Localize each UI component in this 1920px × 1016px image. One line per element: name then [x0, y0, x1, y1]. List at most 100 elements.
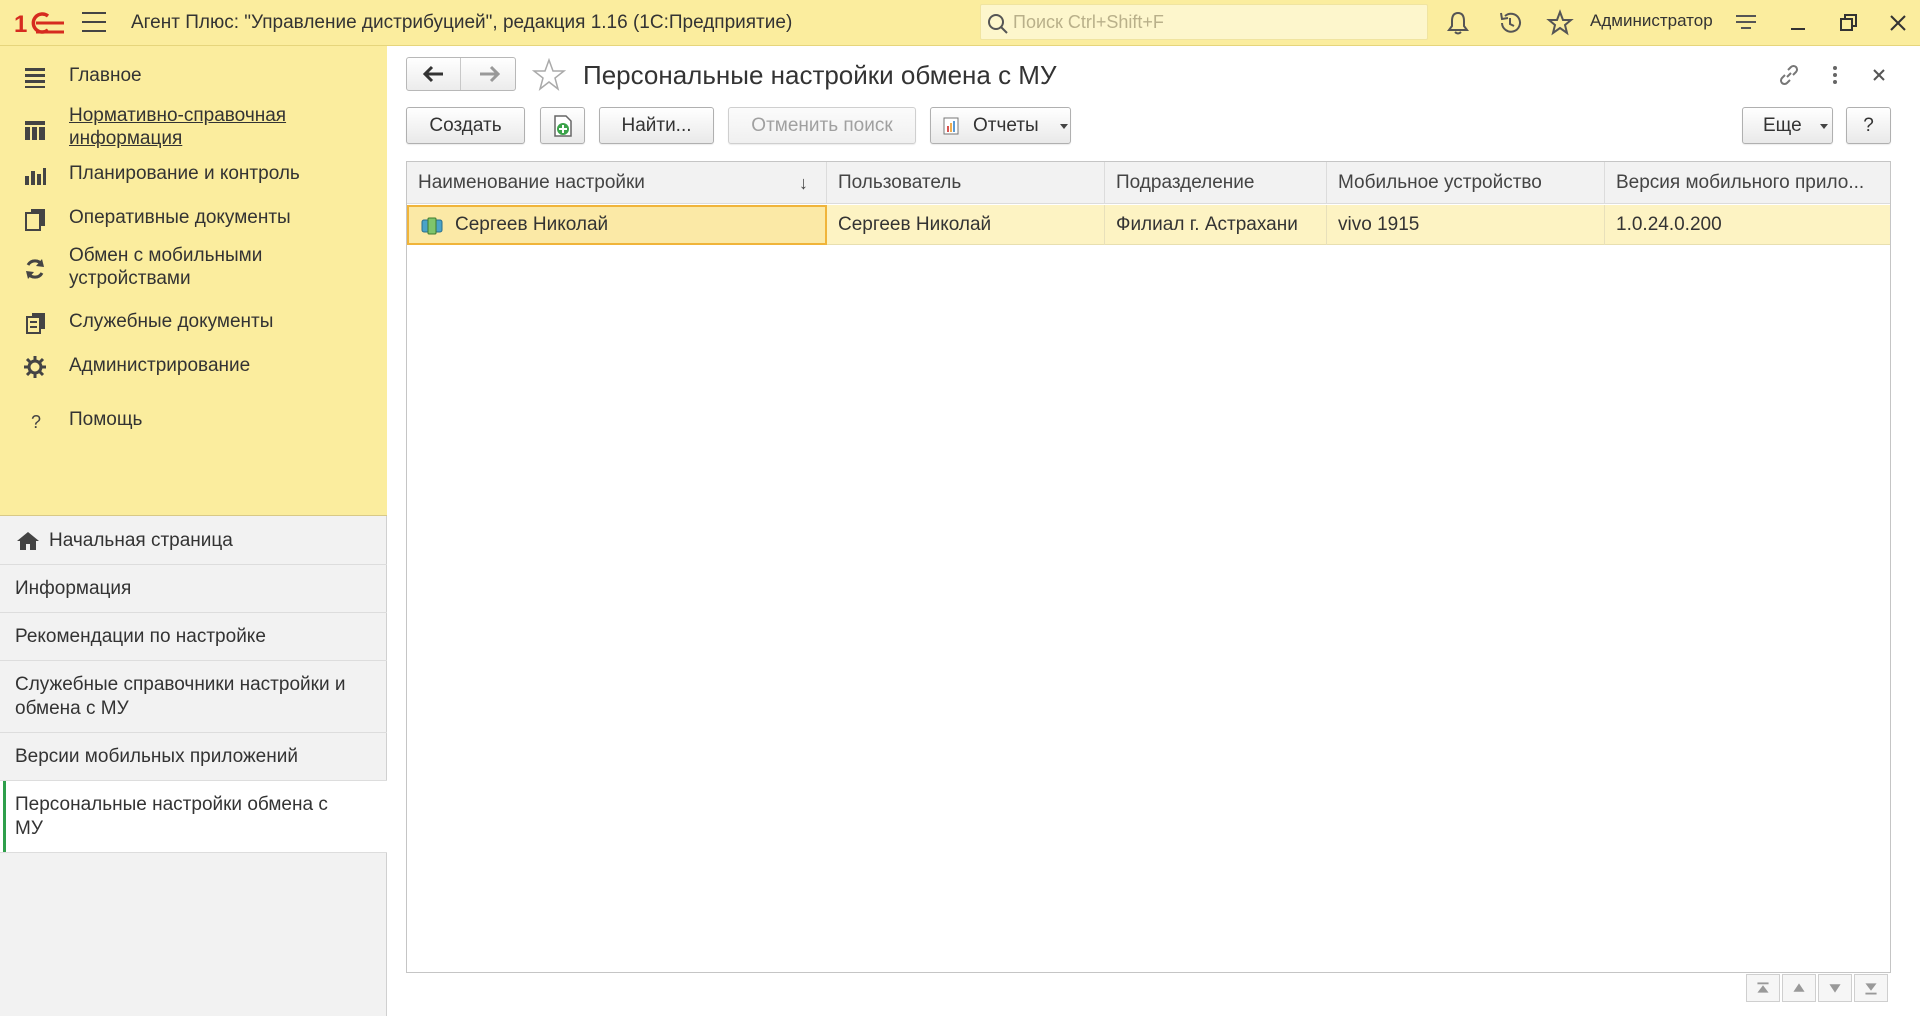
- restore-icon[interactable]: [1834, 9, 1862, 37]
- dropdown-caret-icon: [1820, 124, 1828, 129]
- home-icon: [17, 532, 39, 550]
- app-title: Агент Плюс: "Управление дистрибуцией", р…: [131, 12, 793, 33]
- nav-label: Информация: [15, 578, 132, 599]
- svg-text:?: ?: [31, 412, 41, 432]
- minimize-icon[interactable]: [1784, 9, 1812, 37]
- nav-label: Рекомендации по настройке: [15, 626, 266, 647]
- history-icon[interactable]: [1496, 9, 1524, 37]
- arrow-left-icon: [422, 65, 443, 83]
- nav-information[interactable]: Информация: [0, 565, 387, 613]
- column-header-device[interactable]: Мобильное устройство: [1327, 162, 1605, 204]
- cell-device[interactable]: vivo 1915: [1327, 205, 1605, 245]
- nav-label: Начальная страница: [49, 530, 233, 551]
- reports-label: Отчеты: [973, 115, 1039, 136]
- report-icon: [943, 117, 959, 135]
- scroll-up-icon[interactable]: [1782, 974, 1816, 1002]
- sort-down-icon: ↓: [799, 173, 808, 193]
- settings-lines-icon[interactable]: [1732, 9, 1760, 37]
- column-header-department[interactable]: Подразделение: [1105, 162, 1327, 204]
- back-button[interactable]: [407, 58, 461, 90]
- search-icon: [988, 14, 1008, 34]
- column-header-user[interactable]: Пользователь: [827, 162, 1105, 204]
- more-label: Еще: [1763, 115, 1802, 136]
- nav-label: Служебные справочники настройки и обмена…: [15, 674, 346, 719]
- section-mobile-exchange[interactable]: Обмен с мобильными устройствами: [0, 242, 387, 294]
- list-icon: [25, 68, 45, 88]
- section-operational-docs[interactable]: Оперативные документы: [0, 198, 387, 238]
- help-button[interactable]: ?: [1846, 107, 1891, 144]
- cancel-search-button[interactable]: Отменить поиск: [728, 107, 916, 144]
- cell-user[interactable]: Сергеев Николай: [827, 205, 1105, 245]
- section-planning[interactable]: Планирование и контроль: [0, 154, 387, 194]
- title-bar: 1 Агент Плюс: "Управление дистрибуцией",…: [0, 0, 1920, 46]
- svg-text:1: 1: [14, 11, 27, 38]
- nav-label: Персональные настройки обмена с МУ: [15, 794, 328, 839]
- more-vertical-icon[interactable]: [1822, 62, 1848, 88]
- section-label: Главное: [69, 65, 142, 86]
- cell-app-version[interactable]: 1.0.24.0.200: [1605, 205, 1890, 245]
- section-service-docs[interactable]: Служебные документы: [0, 302, 387, 342]
- section-label: Администрирование: [69, 355, 251, 376]
- catalog-icon: [25, 121, 45, 140]
- section-label: Планирование и контроль: [69, 163, 300, 184]
- column-label: Наименование настройки: [418, 172, 645, 193]
- 1c-logo: 1: [14, 11, 64, 38]
- find-button[interactable]: Найти...: [599, 107, 714, 144]
- cell-text: Сергеев Николай: [455, 214, 609, 235]
- close-window-icon[interactable]: [1884, 9, 1912, 37]
- section-label: Нормативно-справочная информация: [69, 105, 287, 149]
- create-button[interactable]: Создать: [406, 107, 525, 144]
- section-label: Помощь: [69, 409, 143, 430]
- scroll-to-top-icon[interactable]: [1746, 974, 1780, 1002]
- bell-icon[interactable]: [1444, 9, 1472, 37]
- section-label: Обмен с мобильными устройствами: [69, 245, 263, 289]
- search-input[interactable]: [1013, 8, 1413, 36]
- section-main[interactable]: Главное: [0, 58, 387, 94]
- column-header-app-version[interactable]: Версия мобильного прило...: [1605, 162, 1890, 204]
- scroll-down-icon[interactable]: [1818, 974, 1852, 1002]
- history-nav: [406, 57, 516, 91]
- nav-setup-recommendations[interactable]: Рекомендации по настройке: [0, 613, 387, 661]
- section-label: Оперативные документы: [69, 207, 291, 228]
- sections-panel: Главное Нормативно-справочная информация…: [0, 46, 387, 516]
- scroll-to-bottom-icon[interactable]: [1854, 974, 1888, 1002]
- reports-button[interactable]: Отчеты: [930, 107, 1071, 144]
- forward-button[interactable]: [462, 58, 516, 90]
- catalog-item-icon: [421, 217, 443, 235]
- cell-department[interactable]: Филиал г. Астрахани: [1105, 205, 1327, 245]
- section-administration[interactable]: Администрирование: [0, 346, 387, 386]
- settings-table[interactable]: Наименование настройки ↓ Пользователь По…: [406, 161, 1891, 973]
- chart-icon: [25, 168, 46, 185]
- table-header: Наименование настройки ↓ Пользователь По…: [407, 162, 1890, 204]
- cell-setting-name[interactable]: Сергеев Николай: [407, 205, 827, 245]
- sync-icon: [26, 259, 44, 279]
- question-icon: ?: [31, 412, 41, 432]
- section-reference-info[interactable]: Нормативно-справочная информация: [0, 104, 387, 154]
- close-form-icon[interactable]: [1866, 62, 1892, 88]
- section-label: Служебные документы: [69, 311, 274, 332]
- nav-mobile-app-versions[interactable]: Версии мобильных приложений: [0, 733, 387, 781]
- global-search[interactable]: [980, 4, 1428, 40]
- main-menu-icon[interactable]: [82, 12, 106, 34]
- gear-icon: [24, 356, 46, 378]
- nav-personal-exchange-settings[interactable]: Персональные настройки обмена с МУ: [0, 781, 387, 853]
- copy-button[interactable]: [540, 107, 585, 144]
- arrow-right-icon: [480, 65, 501, 83]
- page-title: Персональные настройки обмена с МУ: [583, 60, 1057, 90]
- favorites-star-icon[interactable]: [1546, 9, 1574, 37]
- documents-icon: [25, 209, 45, 231]
- nav-label: Версии мобильных приложений: [15, 746, 298, 767]
- nav-home-page[interactable]: Начальная страница: [0, 517, 387, 565]
- sidebar: Главное Нормативно-справочная информация…: [0, 46, 387, 1016]
- service-docs-icon: [26, 313, 45, 334]
- nav-service-catalogs[interactable]: Служебные справочники настройки и обмена…: [0, 661, 387, 733]
- section-help[interactable]: ? Помощь: [0, 400, 387, 440]
- column-header-name[interactable]: Наименование настройки ↓: [407, 162, 827, 204]
- dropdown-caret-icon: [1060, 124, 1068, 129]
- table-row[interactable]: Сергеев Николай Сергеев Николай Филиал г…: [407, 205, 1890, 245]
- add-to-favorites-icon[interactable]: [532, 58, 566, 92]
- more-button[interactable]: Еще: [1742, 107, 1833, 144]
- main-content: Персональные настройки обмена с МУ Созда…: [388, 46, 1920, 1016]
- current-user[interactable]: Администратор: [1590, 11, 1713, 31]
- link-icon[interactable]: [1776, 62, 1802, 88]
